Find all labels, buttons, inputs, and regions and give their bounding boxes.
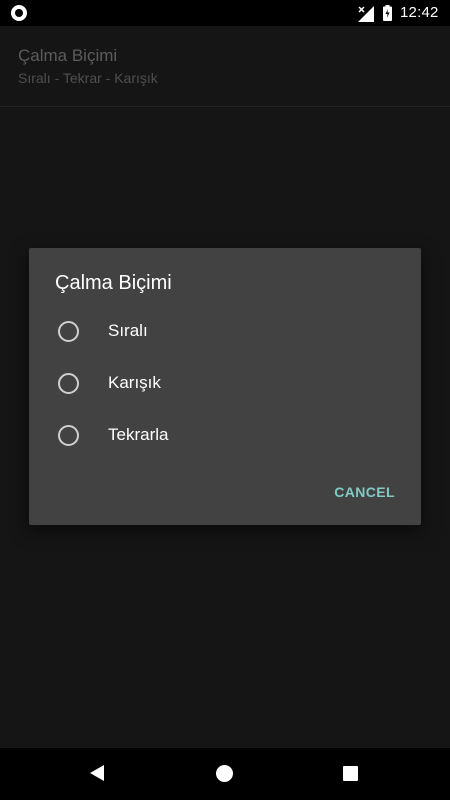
option-sirali[interactable]: Sıralı (29, 306, 421, 358)
screen: 12:42 Çalma Biçimi Sıralı - Tekrar - Kar… (0, 0, 450, 800)
recents-icon[interactable] (343, 766, 358, 781)
radio-button-icon[interactable] (58, 373, 79, 394)
status-bar: 12:42 (0, 0, 450, 26)
navigation-bar (0, 748, 450, 800)
option-karisik[interactable]: Karışık (29, 358, 421, 410)
status-time: 12:42 (400, 4, 439, 21)
radio-button-icon[interactable] (58, 321, 79, 342)
home-icon[interactable] (216, 765, 233, 782)
dialog-title: Çalma Biçimi (55, 272, 172, 294)
option-tekrarla[interactable]: Tekrarla (29, 410, 421, 462)
radio-button-icon[interactable] (58, 425, 79, 446)
option-label: Karışık (108, 373, 161, 392)
preference-title: Çalma Biçimi (18, 46, 118, 65)
option-label: Tekrarla (108, 425, 169, 444)
option-label: Sıralı (108, 321, 148, 340)
battery-charging-icon (383, 5, 392, 21)
back-icon[interactable] (90, 765, 104, 781)
app-notification-icon (11, 5, 27, 21)
cancel-button[interactable]: CANCEL (334, 484, 395, 500)
signal-no-data-icon (358, 6, 374, 22)
playback-mode-dialog: Çalma Biçimi Sıralı Karışık Tekrarla CAN… (29, 248, 421, 525)
preference-summary: Sıralı - Tekrar - Karışık (18, 70, 158, 86)
preference-playback-mode[interactable]: Çalma Biçimi Sıralı - Tekrar - Karışık (0, 26, 450, 107)
